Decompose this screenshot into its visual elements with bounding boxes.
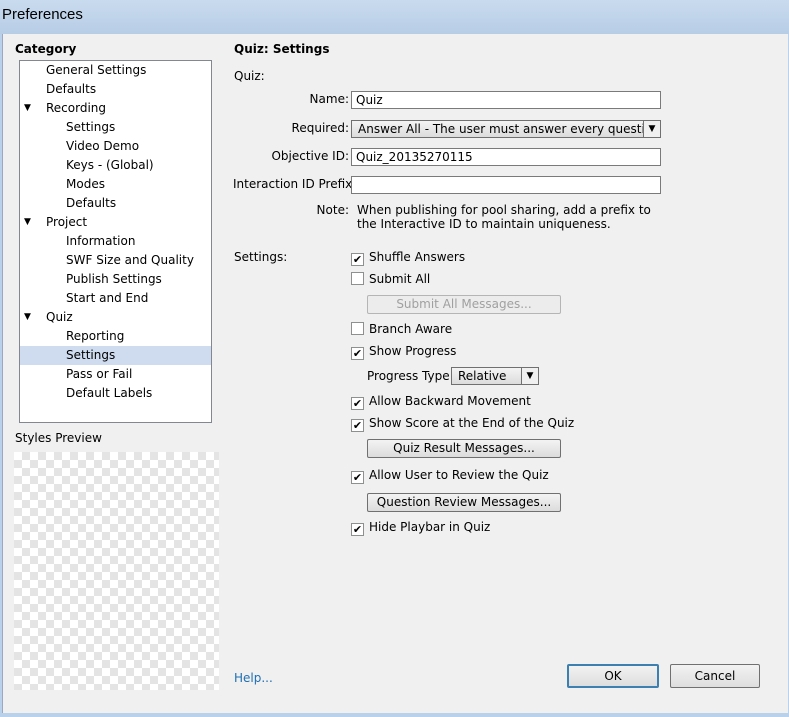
branch-aware-checkbox[interactable]: Branch Aware — [351, 321, 452, 337]
checkbox-checked-icon: ✔ — [351, 397, 364, 410]
interaction-id-prefix-label: Interaction ID Prefix: — [233, 177, 357, 191]
show-progress-checkbox[interactable]: ✔ Show Progress — [351, 343, 456, 360]
allow-review-checkbox[interactable]: ✔ Allow User to Review the Quiz — [351, 467, 549, 484]
tree-item-default-labels[interactable]: Default Labels — [20, 384, 211, 403]
tree-item-pass-or-fail[interactable]: Pass or Fail — [20, 365, 211, 384]
styles-preview-canvas — [14, 452, 219, 690]
shuffle-answers-checkbox[interactable]: ✔ Shuffle Answers — [351, 249, 465, 266]
interaction-id-prefix-field[interactable] — [351, 176, 661, 194]
submit-all-messages-button[interactable]: Submit All Messages... — [367, 295, 561, 314]
tree-item-quiz[interactable]: ▼ Quiz — [20, 308, 211, 327]
tree-item-general-settings[interactable]: General Settings — [20, 61, 211, 80]
tree-item-start-and-end[interactable]: Start and End — [20, 289, 211, 308]
expand-arrow-icon[interactable]: ▼ — [24, 308, 34, 327]
title-bar: Preferences — [0, 0, 789, 34]
checkbox-unchecked-icon — [351, 272, 364, 285]
required-label: Required: — [291, 121, 349, 135]
window-title: Preferences — [2, 6, 83, 23]
submit-all-checkbox[interactable]: Submit All — [351, 271, 430, 287]
question-review-messages-button[interactable]: Question Review Messages... — [367, 493, 561, 512]
checkbox-checked-icon: ✔ — [351, 471, 364, 484]
name-field[interactable]: Quiz — [351, 91, 661, 109]
progress-type-label: Progress Type: — [367, 369, 454, 383]
checkbox-checked-icon: ✔ — [351, 523, 364, 536]
help-link[interactable]: Help... — [234, 671, 273, 685]
tree-item-reporting[interactable]: Reporting — [20, 327, 211, 346]
styles-preview-label: Styles Preview — [15, 431, 102, 445]
checkbox-checked-icon: ✔ — [351, 253, 364, 266]
hide-playbar-checkbox[interactable]: ✔ Hide Playbar in Quiz — [351, 519, 490, 536]
tree-item-keys-global[interactable]: Keys - (Global) — [20, 156, 211, 175]
note-line-1: When publishing for pool sharing, add a … — [357, 203, 651, 217]
tree-item-defaults[interactable]: Defaults — [20, 80, 211, 99]
checkbox-checked-icon: ✔ — [351, 419, 364, 432]
tree-item-quiz-settings[interactable]: Settings — [20, 346, 211, 365]
note-label: Note: — [316, 203, 349, 217]
chevron-down-icon[interactable]: ▼ — [643, 121, 660, 137]
dialog-client: Category General Settings Defaults ▼ Reco… — [2, 34, 788, 713]
tree-item-recording[interactable]: ▼ Recording — [20, 99, 211, 118]
expand-arrow-icon[interactable]: ▼ — [24, 213, 34, 232]
tree-item-project[interactable]: ▼ Project — [20, 213, 211, 232]
tree-item-video-demo[interactable]: Video Demo — [20, 137, 211, 156]
expand-arrow-icon[interactable]: ▼ — [24, 99, 34, 118]
page-title: Quiz: Settings — [234, 42, 330, 56]
show-score-checkbox[interactable]: ✔ Show Score at the End of the Quiz — [351, 415, 574, 432]
allow-backward-movement-checkbox[interactable]: ✔ Allow Backward Movement — [351, 393, 531, 410]
tree-item-publish-settings[interactable]: Publish Settings — [20, 270, 211, 289]
note-line-2: the Interactive ID to maintain uniquenes… — [357, 217, 611, 231]
tree-item-recording-defaults[interactable]: Defaults — [20, 194, 211, 213]
cancel-button[interactable]: Cancel — [670, 664, 760, 688]
chevron-down-icon[interactable]: ▼ — [521, 368, 538, 384]
checkbox-checked-icon: ✔ — [351, 347, 364, 360]
tree-item-information[interactable]: Information — [20, 232, 211, 251]
progress-type-select[interactable]: Relative ▼ — [451, 367, 539, 385]
category-heading: Category — [15, 42, 77, 56]
category-tree[interactable]: General Settings Defaults ▼ Recording Set… — [19, 60, 212, 423]
quiz-result-messages-button[interactable]: Quiz Result Messages... — [367, 439, 561, 458]
name-label: Name: — [309, 92, 349, 106]
required-select[interactable]: Answer All - The user must answer every … — [351, 120, 661, 138]
ok-button[interactable]: OK — [567, 664, 659, 688]
tree-item-modes[interactable]: Modes — [20, 175, 211, 194]
tree-item-swf-size-quality[interactable]: SWF Size and Quality — [20, 251, 211, 270]
quiz-section-label: Quiz: — [234, 69, 265, 83]
tree-item-recording-settings[interactable]: Settings — [20, 118, 211, 137]
objective-id-label: Objective ID: — [271, 149, 349, 163]
objective-id-field[interactable]: Quiz_20135270115 — [351, 148, 661, 166]
settings-section-label: Settings: — [234, 250, 288, 264]
checkbox-unchecked-icon — [351, 322, 364, 335]
